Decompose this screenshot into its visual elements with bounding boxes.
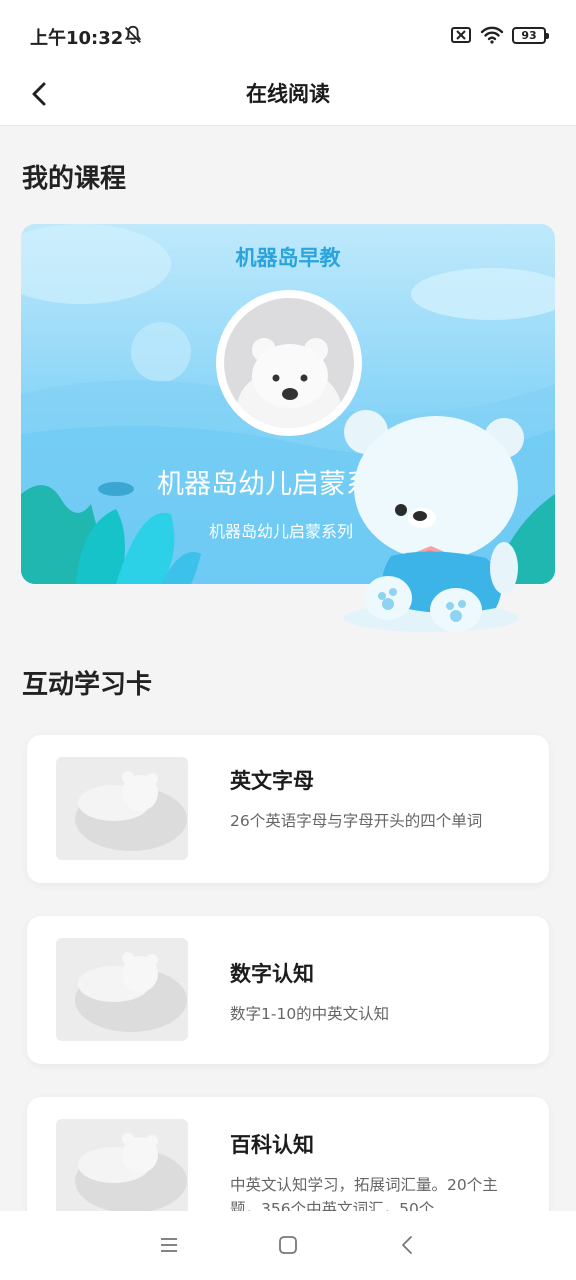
section-title-learning-cards: 互动学习卡 bbox=[22, 670, 153, 700]
status-icons: 93 bbox=[450, 24, 549, 46]
wifi-icon bbox=[480, 26, 504, 44]
battery-icon: 93 bbox=[512, 26, 549, 44]
bear-placeholder-icon bbox=[75, 952, 187, 1032]
nav-back-icon[interactable] bbox=[396, 1233, 420, 1257]
banner-course-subtitle: 机器岛幼儿启蒙系列 bbox=[209, 522, 354, 541]
card-description: 数字1-10的中英文认知 bbox=[230, 1005, 390, 1023]
home-square-icon[interactable] bbox=[276, 1233, 300, 1257]
bear-placeholder-icon bbox=[75, 771, 187, 851]
status-time: 上午10:32 bbox=[30, 28, 124, 49]
section-title-my-courses: 我的课程 bbox=[22, 164, 127, 194]
learning-card-number-cognition[interactable]: 数字认知 数字1-10的中英文认知 bbox=[27, 916, 549, 1064]
banner-brand: 机器岛早教 bbox=[235, 246, 341, 270]
status-bar: 上午10:32 93 bbox=[0, 0, 576, 62]
card-thumbnail bbox=[56, 757, 188, 860]
card-title: 数字认知 bbox=[230, 962, 314, 986]
card-thumbnail bbox=[56, 938, 188, 1041]
bear-mascot-illustration bbox=[343, 410, 524, 632]
no-sim-icon bbox=[451, 27, 471, 43]
card-description: 26个英语字母与字母开头的四个单词 bbox=[230, 812, 483, 830]
nav-header: 在线阅读 bbox=[0, 62, 576, 126]
bell-mute-icon bbox=[124, 25, 142, 45]
menu-icon[interactable] bbox=[157, 1233, 181, 1257]
bear-placeholder-icon bbox=[237, 338, 341, 428]
page-title: 在线阅读 bbox=[246, 82, 330, 106]
system-nav-bar bbox=[0, 1211, 576, 1280]
learning-card-english-letters[interactable]: 英文字母 26个英语字母与字母开头的四个单词 bbox=[27, 735, 549, 883]
card-title: 百科认知 bbox=[230, 1133, 314, 1157]
card-title: 英文字母 bbox=[230, 769, 314, 793]
bear-placeholder-icon bbox=[75, 1133, 187, 1213]
card-thumbnail bbox=[56, 1119, 188, 1222]
